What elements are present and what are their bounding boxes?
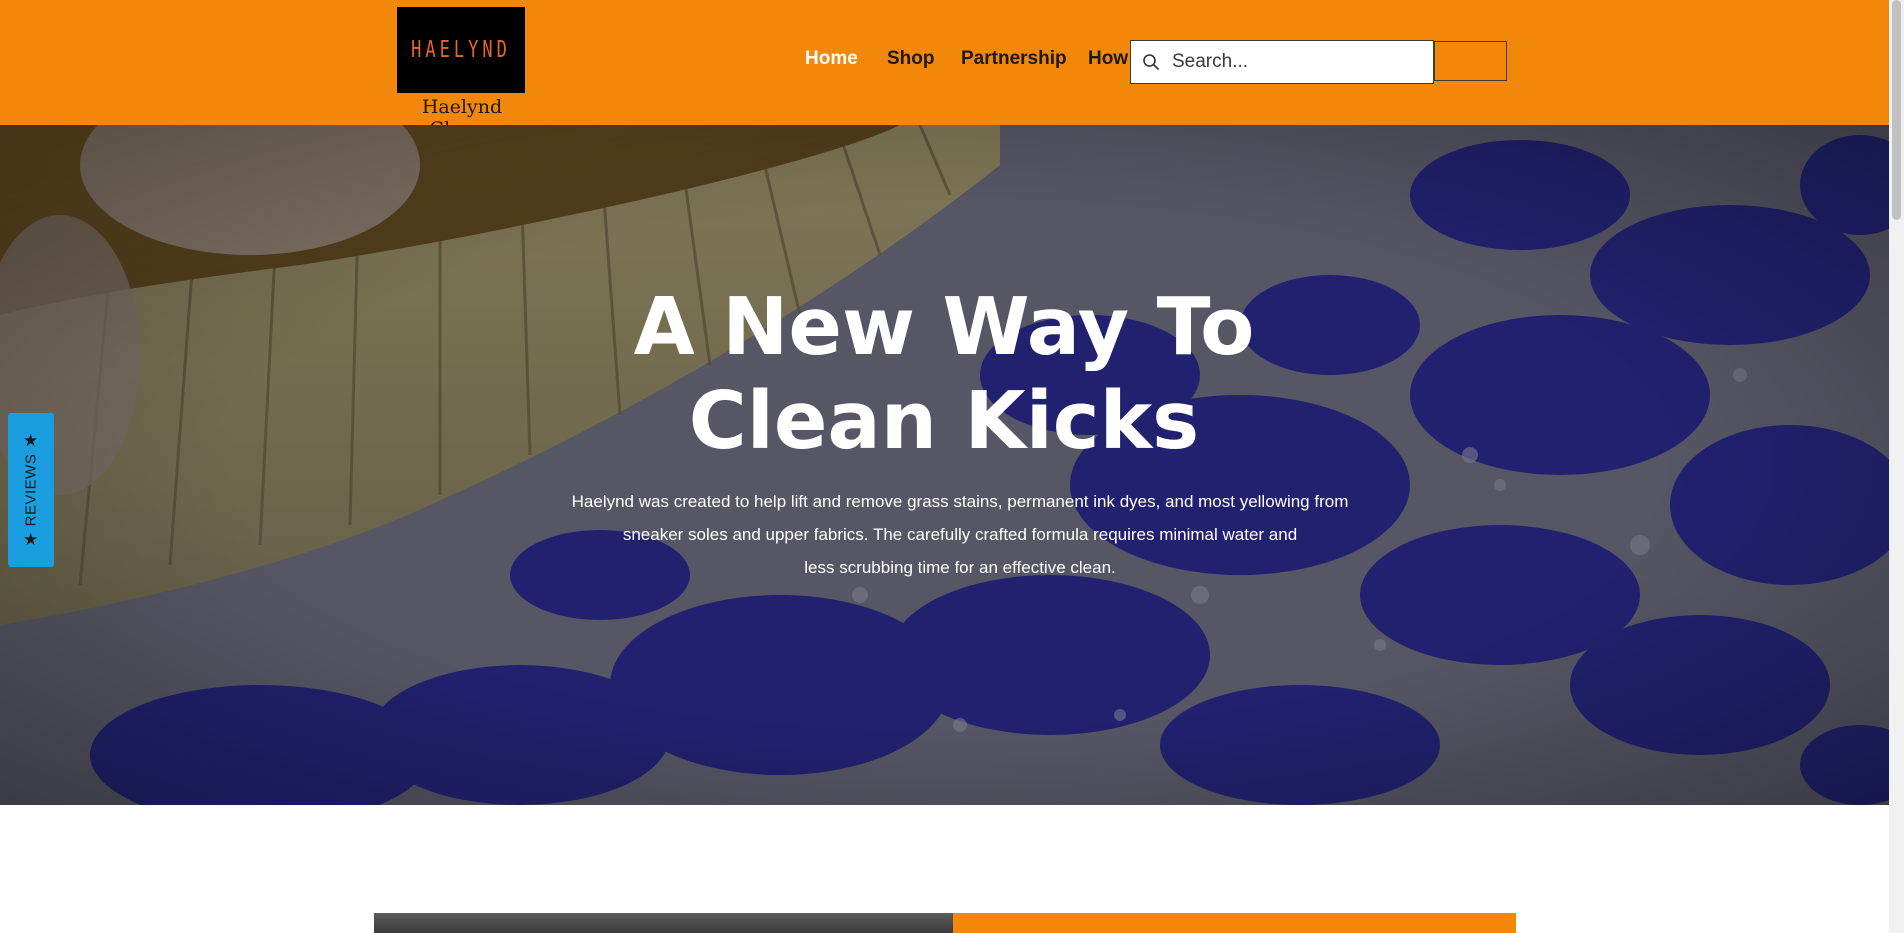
featured-image (374, 913, 953, 933)
logo-text: HAELYND (411, 36, 511, 64)
featured-panel (953, 913, 1516, 933)
nav-item-how[interactable]: How (1088, 48, 1128, 70)
star-icon: ★ (23, 530, 39, 549)
scrollbar-thumb[interactable] (1892, 0, 1901, 220)
hero-description-line1: Haelynd was created to help lift and rem… (571, 492, 1349, 511)
search-box[interactable] (1130, 40, 1434, 84)
hero-section: A New Way To Clean Kicks Haelynd was cre… (0, 125, 1889, 805)
nav-item-shop[interactable]: Shop (887, 48, 935, 70)
hero-title: A New Way To Clean Kicks (444, 280, 1444, 468)
hero-title-line2: Clean Kicks (688, 375, 1200, 467)
reviews-tab[interactable]: ★ REVIEWS ★ (8, 413, 54, 567)
search-icon (1143, 54, 1159, 70)
nav-item-partnership[interactable]: Partnership (961, 48, 1067, 70)
hero-description-line2: sneaker soles and upper fabrics. The car… (622, 525, 1298, 544)
hero-description: Haelynd was created to help lift and rem… (535, 485, 1385, 584)
hero-description-line3: less scrubbing time for an effective cle… (804, 558, 1116, 577)
featured-section (374, 913, 1516, 933)
reviews-label: REVIEWS (22, 453, 40, 527)
search-input[interactable] (1170, 50, 1414, 74)
hero-title-line1: A New Way To (633, 281, 1255, 373)
search-button[interactable] (1434, 41, 1507, 81)
logo[interactable]: HAELYND (397, 7, 525, 93)
site-header: HAELYND Haelynd Cleans Home Shop Partner… (0, 0, 1889, 140)
nav-item-home[interactable]: Home (805, 48, 858, 70)
page-scrollbar[interactable] (1889, 0, 1904, 933)
star-icon: ★ (23, 431, 39, 450)
